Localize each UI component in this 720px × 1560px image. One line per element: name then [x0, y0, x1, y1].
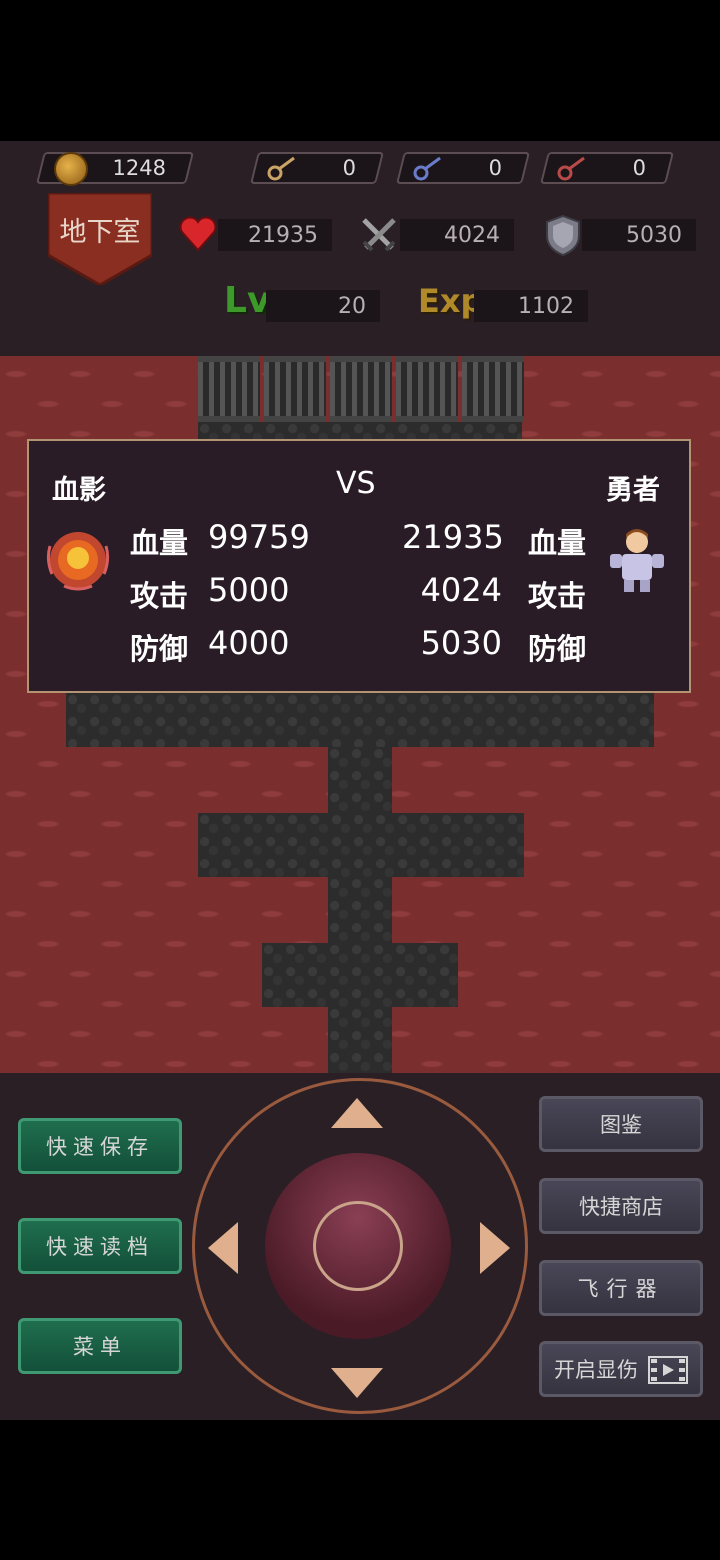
hero-atk-label: 攻击 [528, 579, 587, 613]
red-key-icon [557, 156, 585, 181]
enemy-name: 血影 [52, 475, 106, 506]
vs-label: VS [336, 466, 376, 501]
floor-tile [328, 877, 392, 943]
dpad-up-arrow-icon[interactable] [331, 1098, 383, 1128]
gold-coin-icon [54, 152, 88, 186]
iron-gate [264, 356, 326, 422]
hero-atk-value-battle: 4024 [420, 571, 502, 609]
dpad-down-arrow-icon[interactable] [331, 1368, 383, 1398]
hero-def-value-battle: 5030 [420, 624, 502, 662]
hero-defense-value: 5030 [626, 223, 682, 248]
enemy-atk-value: 5000 [208, 571, 290, 609]
enemy-atk-label: 攻击 [130, 579, 189, 613]
quick-save-button[interactable]: 快速保存 [18, 1118, 182, 1174]
floor-tile [328, 1007, 392, 1073]
menu-button[interactable]: 菜单 [18, 1318, 182, 1374]
hero-def-label: 防御 [528, 632, 587, 666]
blue-key-value: 0 [488, 156, 502, 180]
hero-sprite-icon [610, 529, 664, 592]
yellow-key-counter: 0 [250, 152, 384, 184]
iron-gate [330, 356, 392, 422]
iron-gate [462, 356, 524, 422]
blue-key-icon [413, 156, 441, 181]
crossed-swords-icon [362, 218, 396, 252]
fly-button[interactable]: 飞行器 [539, 1260, 703, 1316]
hero-hp-value: 21935 [248, 223, 318, 248]
enemy-def-value: 4000 [208, 624, 290, 662]
floor-tile [262, 943, 458, 1007]
hero-exp-value: 1102 [518, 294, 574, 319]
red-key-value: 0 [632, 156, 646, 180]
level-box: 20 [266, 290, 380, 322]
blue-key-counter: 0 [396, 152, 530, 184]
enemy-def-label: 防御 [130, 632, 189, 666]
floor-name: 地下室 [59, 217, 141, 248]
damage-display-label: 开启显伤 [554, 1358, 638, 1382]
attack-box: 4024 [400, 219, 514, 251]
dpad-left-arrow-icon[interactable] [208, 1222, 238, 1274]
defense-box: 5030 [582, 219, 696, 251]
dpad-right-arrow-icon[interactable] [480, 1222, 510, 1274]
gold-value: 1248 [112, 156, 166, 180]
hero-hp-value-battle: 21935 [402, 518, 504, 556]
dpad-center-ring [313, 1201, 403, 1291]
floor-tile [66, 693, 654, 747]
enemy-hp-value: 99759 [208, 518, 310, 556]
heart-icon [179, 216, 217, 252]
iron-gate [396, 356, 458, 422]
iron-gate [198, 356, 260, 422]
damage-display-button[interactable]: 开启显伤 [539, 1341, 703, 1397]
hero-level-value: 20 [338, 294, 366, 319]
exp-box: 1102 [474, 290, 588, 322]
quick-load-button[interactable]: 快速读档 [18, 1218, 182, 1274]
hero-hp-label: 血量 [528, 526, 587, 560]
hp-box: 21935 [218, 219, 332, 251]
blood-shadow-monster-icon [46, 532, 110, 591]
yellow-key-value: 0 [342, 156, 356, 180]
hero-attack-value: 4024 [444, 223, 500, 248]
video-icon [648, 1356, 688, 1384]
hero-name: 勇者 [606, 475, 660, 506]
yellow-key-icon [267, 156, 295, 181]
floor-tile [198, 813, 524, 877]
enemy-hp-label: 血量 [130, 526, 189, 560]
level-label: Lv [224, 280, 271, 321]
red-key-counter: 0 [540, 152, 674, 184]
shield-icon [546, 214, 580, 256]
bestiary-button[interactable]: 图鉴 [539, 1096, 703, 1152]
quick-shop-button[interactable]: 快捷商店 [539, 1178, 703, 1234]
gold-counter: 1248 [36, 152, 194, 186]
floor-tile [328, 747, 392, 813]
